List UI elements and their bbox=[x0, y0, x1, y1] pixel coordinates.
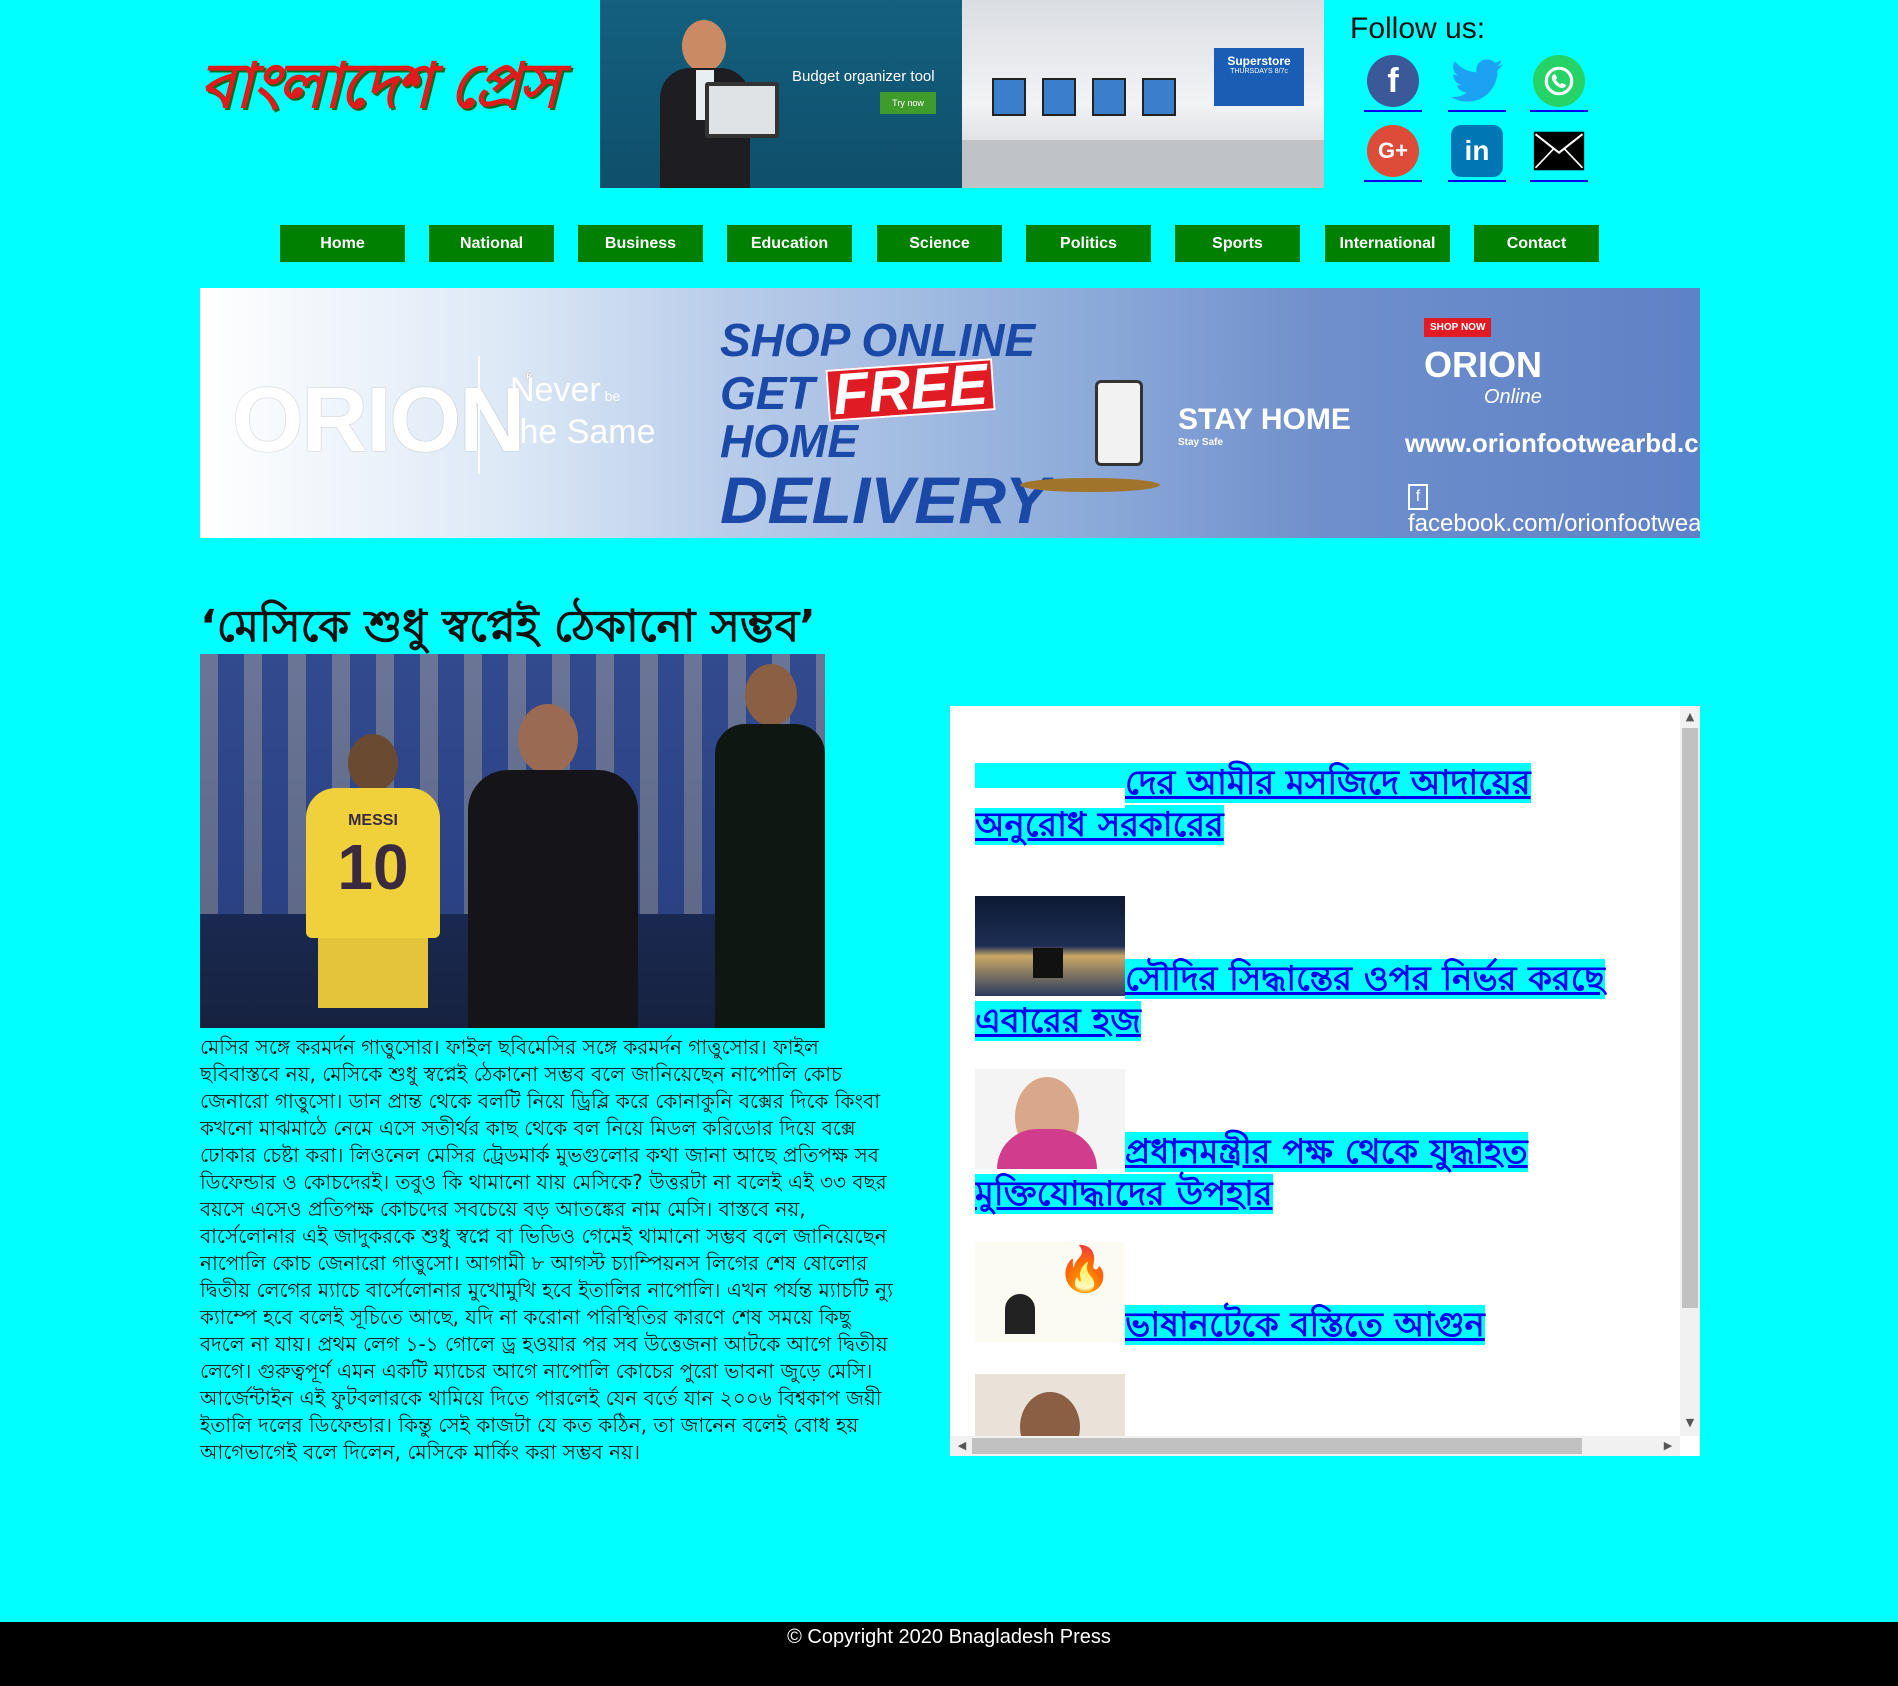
sidebar-news-panel[interactable]: দের আমীর মসজিদে আদায়ের অনুরোধ সরকারের স… bbox=[950, 706, 1700, 1456]
ad-laptop-image bbox=[705, 82, 779, 138]
facebook-small-icon: f bbox=[1408, 484, 1428, 510]
tagline-never: Never bbox=[510, 371, 601, 409]
nav-education[interactable]: Education bbox=[727, 225, 852, 262]
twitter-link[interactable] bbox=[1448, 52, 1506, 112]
horizontal-scroll-thumb[interactable] bbox=[972, 1438, 1582, 1454]
nav-contact[interactable]: Contact bbox=[1474, 225, 1599, 262]
banner-get: GET bbox=[720, 367, 815, 419]
news-item[interactable]: প্রধানমন্ত্রীর পক্ষ থেকে যুদ্ধাহত মুক্তি… bbox=[975, 1069, 1647, 1215]
orion-banner-ad[interactable]: ORION® Never be the Same SHOP ONLINE GET… bbox=[200, 288, 1700, 538]
news-item[interactable]: 🔥 ভাষানটেকে বস্তিতে আগুন bbox=[975, 1242, 1647, 1346]
jersey-name: MESSI bbox=[348, 812, 398, 829]
twitter-icon bbox=[1451, 55, 1503, 107]
article-body: মেসির সঙ্গে করমর্দন গাত্তুসোর। ফাইল ছবিম… bbox=[200, 1035, 893, 1464]
pm-sari bbox=[997, 1129, 1097, 1169]
news-thumb-person bbox=[975, 1374, 1125, 1436]
facebook-icon: f bbox=[1367, 55, 1419, 107]
facebook-link[interactable]: f bbox=[1364, 52, 1422, 112]
site-logo[interactable]: বাংলাদেশ প্রেস bbox=[200, 40, 566, 140]
banner-website: www.orionfootwearbd.com bbox=[1405, 428, 1700, 458]
person-face bbox=[1020, 1392, 1080, 1436]
nav-politics[interactable]: Politics bbox=[1026, 225, 1151, 262]
fire-icon: 🔥 bbox=[1057, 1244, 1112, 1295]
nav-sports[interactable]: Sports bbox=[1175, 225, 1300, 262]
banner-orion-online: ORION Online bbox=[1424, 344, 1542, 409]
ad-try-button[interactable]: Try now bbox=[880, 92, 936, 114]
banner-tagline: Never be the Same bbox=[510, 372, 656, 450]
banner-stay-home: STAY HOME Stay Safe bbox=[1178, 403, 1351, 448]
horizontal-scrollbar[interactable]: ◀ ▶ bbox=[950, 1436, 1680, 1456]
banner-free: FREE bbox=[825, 352, 996, 427]
ad-superstore-panel[interactable]: Superstore THURSDAYS 8/7c bbox=[962, 0, 1324, 188]
news-item[interactable]: সৌদির সিদ্ধান্তের ওপর নির্ভর করছে এবারের… bbox=[975, 896, 1647, 1042]
top-advertisement[interactable]: Budget organizer tool Try now Superstore… bbox=[600, 0, 1324, 188]
ad-budget-panel[interactable]: Budget organizer tool Try now bbox=[600, 0, 962, 188]
whatsapp-icon bbox=[1533, 55, 1585, 107]
news-thumb-kaaba bbox=[975, 896, 1125, 996]
scroll-up-arrow-icon[interactable]: ▲ bbox=[1680, 708, 1700, 726]
nav-national[interactable]: National bbox=[429, 225, 554, 262]
jersey-number: 10 bbox=[337, 831, 409, 903]
banner-table-image bbox=[1020, 478, 1160, 492]
banner-divider bbox=[478, 356, 480, 474]
vertical-scrollbar[interactable]: ▲ ▼ bbox=[1680, 706, 1700, 1436]
banner-delivery: DELIVERY bbox=[720, 463, 1049, 537]
news-item[interactable]: দের আমীর মসজিদে আদায়ের অনুরোধ সরকারের bbox=[975, 763, 1647, 846]
news-title[interactable]: ভাষানটেকে বস্তিতে আগুন bbox=[1125, 1305, 1485, 1345]
logo-text: বাংলাদেশ প্রেস bbox=[200, 48, 559, 122]
scroll-left-arrow-icon[interactable]: ◀ bbox=[952, 1436, 972, 1456]
ad-screen bbox=[1042, 78, 1076, 116]
linkedin-link[interactable]: in bbox=[1448, 122, 1506, 182]
copyright-text: © Copyright 2020 Bnagladesh Press bbox=[787, 1626, 1111, 1648]
main-navigation: Home National Business Education Science… bbox=[280, 225, 1600, 263]
follow-us-label: Follow us: bbox=[1350, 12, 1486, 45]
staff-figure bbox=[715, 654, 825, 1028]
banner-phone-image bbox=[1095, 380, 1143, 466]
nav-home[interactable]: Home bbox=[280, 225, 405, 262]
email-link[interactable] bbox=[1530, 122, 1588, 182]
nav-science[interactable]: Science bbox=[877, 225, 1002, 262]
firefighter-icon bbox=[1005, 1294, 1035, 1334]
scroll-right-arrow-icon[interactable]: ▶ bbox=[1658, 1436, 1678, 1456]
ad-screen bbox=[1142, 78, 1176, 116]
coach-figure bbox=[468, 694, 638, 1028]
email-icon bbox=[1533, 125, 1585, 177]
whatsapp-link[interactable] bbox=[1530, 52, 1588, 112]
orion-online-brand: ORION bbox=[1424, 344, 1543, 385]
banner-shop-online: SHOP ONLINE bbox=[720, 314, 1036, 366]
nav-international[interactable]: International bbox=[1325, 225, 1450, 262]
player-figure: MESSI 10 bbox=[300, 734, 440, 1028]
stay-home-text: STAY HOME bbox=[1178, 403, 1351, 436]
ad-screen bbox=[1092, 78, 1126, 116]
scroll-down-arrow-icon[interactable]: ▼ bbox=[1680, 1414, 1700, 1432]
site-footer: © Copyright 2020 Bnagladesh Press bbox=[0, 1622, 1898, 1686]
tagline-same: the Same bbox=[510, 413, 656, 451]
vertical-scroll-thumb[interactable] bbox=[1682, 728, 1698, 1308]
kaaba-shape bbox=[1033, 948, 1063, 978]
ad-superstore-title: Superstore bbox=[1227, 54, 1291, 68]
orion-online-label: Online bbox=[1484, 386, 1542, 408]
ad-superstore-subtitle: THURSDAYS 8/7c bbox=[1230, 68, 1288, 75]
news-thumb-notice bbox=[975, 788, 1125, 808]
banner-headline: SHOP ONLINE GET FREE HOME DELIVERY bbox=[720, 314, 1049, 537]
news-thumb-fire: 🔥 bbox=[975, 1242, 1125, 1342]
news-thumb-pm bbox=[975, 1069, 1125, 1169]
banner-facebook: ffacebook.com/orionfootwearbd bbox=[1408, 480, 1700, 538]
stay-safe-text: Stay Safe bbox=[1178, 437, 1224, 448]
orion-logo: ORION® bbox=[232, 368, 534, 471]
nav-business[interactable]: Business bbox=[578, 225, 703, 262]
banner-shop-now: SHOP NOW bbox=[1424, 318, 1492, 337]
article-headline: ‘মেসিকে শুধু স্বপ্নেই ঠেকানো সম্ভব’ bbox=[200, 601, 816, 652]
ad-text: Budget organizer tool bbox=[792, 68, 935, 85]
ad-superstore-sign: Superstore THURSDAYS 8/7c bbox=[1214, 48, 1304, 106]
ad-screen bbox=[992, 78, 1026, 116]
google-plus-icon: G+ bbox=[1367, 125, 1419, 177]
banner-facebook-text: facebook.com/orionfootwearbd bbox=[1408, 510, 1700, 537]
article-photo: MESSI 10 bbox=[200, 654, 825, 1028]
google-plus-link[interactable]: G+ bbox=[1364, 122, 1422, 182]
tagline-be: be bbox=[604, 388, 621, 404]
ad-floor bbox=[962, 140, 1324, 188]
linkedin-icon: in bbox=[1451, 125, 1503, 177]
sidebar-news-list: দের আমীর মসজিদে আদায়ের অনুরোধ সরকারের স… bbox=[975, 706, 1647, 1436]
